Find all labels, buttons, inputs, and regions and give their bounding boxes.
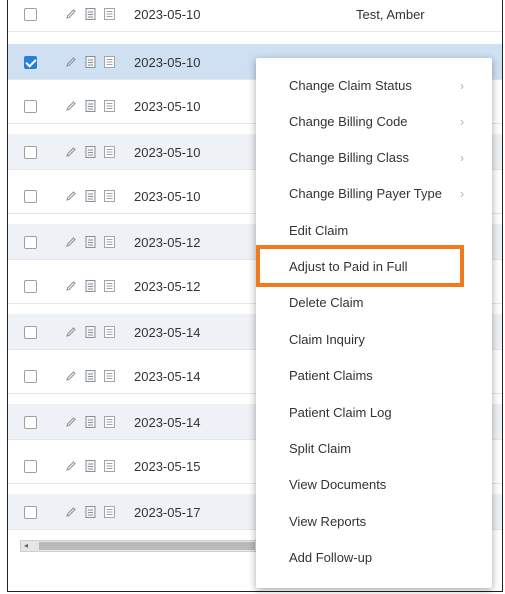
document-icon[interactable] <box>85 506 97 518</box>
pencil-icon[interactable] <box>65 506 77 518</box>
menu-item-add-follow-up[interactable]: Add Follow-up <box>256 543 492 573</box>
menu-item-label: View Reports <box>289 514 367 529</box>
menu-item-change-billing-code[interactable]: Change Billing Code › <box>256 107 492 137</box>
row-checkbox[interactable] <box>24 416 37 429</box>
list-icon[interactable] <box>104 146 116 158</box>
row-date: 2023-05-14 <box>134 325 201 340</box>
pencil-icon[interactable] <box>65 146 77 158</box>
row-date: 2023-05-10 <box>134 145 201 160</box>
truncated-cell-text: ry <box>502 238 503 253</box>
menu-item-change-claim-status[interactable]: Change Claim Status › <box>256 71 492 101</box>
list-icon[interactable] <box>104 56 116 68</box>
menu-item-label: Edit Claim <box>289 223 349 238</box>
chevron-right-icon: › <box>460 187 464 201</box>
list-icon[interactable] <box>104 506 116 518</box>
menu-item-label: Claim Inquiry <box>289 332 365 347</box>
pencil-icon[interactable] <box>65 326 77 338</box>
row-date: 2023-05-10 <box>134 7 201 22</box>
context-menu: Change Claim Status › Change Billing Code ›… <box>256 58 492 588</box>
row-date: 2023-05-10 <box>134 189 201 204</box>
pencil-icon[interactable] <box>65 236 77 248</box>
menu-item-label: Delete Claim <box>289 295 364 310</box>
menu-item-label: Change Billing Code <box>289 114 408 129</box>
document-icon[interactable] <box>85 190 97 202</box>
pencil-icon[interactable] <box>65 56 77 68</box>
menu-item-change-billing-payer-type[interactable]: Change Billing Payer Type › <box>256 179 492 209</box>
document-icon[interactable] <box>85 326 97 338</box>
menu-item-edit-claim[interactable]: Edit Claim <box>256 216 492 246</box>
pencil-icon[interactable] <box>65 416 77 428</box>
menu-item-change-billing-class[interactable]: Change Billing Class › <box>256 143 492 173</box>
chevron-right-icon: › <box>460 115 464 129</box>
list-icon[interactable] <box>104 8 116 20</box>
row-date: 2023-05-10 <box>134 55 201 70</box>
row-checkbox[interactable] <box>24 8 37 21</box>
list-icon[interactable] <box>104 100 116 112</box>
row-date: 2023-05-14 <box>134 369 201 384</box>
menu-item-patient-claims[interactable]: Patient Claims <box>256 361 492 391</box>
chevron-right-icon: › <box>460 79 464 93</box>
menu-item-view-documents[interactable]: View Documents <box>256 470 492 500</box>
menu-item-label: Add Follow-up <box>289 550 373 565</box>
list-icon[interactable] <box>104 190 116 202</box>
document-icon[interactable] <box>85 370 97 382</box>
horizontal-scrollbar[interactable]: ◂ <box>20 540 260 552</box>
list-icon[interactable] <box>104 280 116 292</box>
row-date: 2023-05-12 <box>134 279 201 294</box>
menu-item-label: Change Claim Status <box>289 78 412 93</box>
menu-item-delete-claim[interactable]: Delete Claim <box>256 288 492 318</box>
row-checkbox[interactable] <box>24 460 37 473</box>
document-icon[interactable] <box>85 100 97 112</box>
document-icon[interactable] <box>85 8 97 20</box>
pencil-icon[interactable] <box>65 280 77 292</box>
row-date: 2023-05-10 <box>134 99 201 114</box>
row-checkbox[interactable] <box>24 146 37 159</box>
document-icon[interactable] <box>85 460 97 472</box>
row-checkbox[interactable] <box>24 56 37 69</box>
row-date: 2023-05-14 <box>134 415 201 430</box>
document-icon[interactable] <box>85 280 97 292</box>
row-name: Test, Amber <box>356 7 425 22</box>
menu-item-label: Patient Claims <box>289 368 373 383</box>
document-icon[interactable] <box>85 236 97 248</box>
menu-item-split-claim[interactable]: Split Claim <box>256 434 492 464</box>
list-icon[interactable] <box>104 370 116 382</box>
pencil-icon[interactable] <box>65 460 77 472</box>
menu-item-label: Split Claim <box>289 441 352 456</box>
row-checkbox[interactable] <box>24 370 37 383</box>
table-row[interactable]: 2023-05-10 Test, Amber <box>8 0 502 32</box>
menu-item-label: View Documents <box>289 477 387 492</box>
row-date: 2023-05-15 <box>134 459 201 474</box>
menu-item-claim-inquiry[interactable]: Claim Inquiry <box>256 325 492 355</box>
menu-item-label: Change Billing Payer Type <box>289 186 442 201</box>
document-icon[interactable] <box>85 146 97 158</box>
menu-item-label: Change Billing Class <box>289 150 409 165</box>
list-icon[interactable] <box>104 460 116 472</box>
pencil-icon[interactable] <box>65 100 77 112</box>
list-icon[interactable] <box>104 236 116 248</box>
row-checkbox[interactable] <box>24 280 37 293</box>
scroll-left-icon[interactable]: ◂ <box>24 542 28 550</box>
row-checkbox[interactable] <box>24 506 37 519</box>
document-icon[interactable] <box>85 56 97 68</box>
pencil-icon[interactable] <box>65 8 77 20</box>
highlight-box <box>256 245 464 287</box>
row-checkbox[interactable] <box>24 100 37 113</box>
menu-item-patient-claim-log[interactable]: Patient Claim Log <box>256 398 492 428</box>
menu-item-label: Patient Claim Log <box>289 405 392 420</box>
menu-item-view-reports[interactable]: View Reports <box>256 507 492 537</box>
pencil-icon[interactable] <box>65 370 77 382</box>
list-icon[interactable] <box>104 416 116 428</box>
scrollbar-thumb[interactable] <box>39 542 255 550</box>
list-icon[interactable] <box>104 326 116 338</box>
row-checkbox[interactable] <box>24 326 37 339</box>
row-checkbox[interactable] <box>24 236 37 249</box>
document-icon[interactable] <box>85 416 97 428</box>
row-date: 2023-05-12 <box>134 235 201 250</box>
pencil-icon[interactable] <box>65 190 77 202</box>
row-checkbox[interactable] <box>24 190 37 203</box>
row-date: 2023-05-17 <box>134 505 201 520</box>
chevron-right-icon: › <box>460 151 464 165</box>
